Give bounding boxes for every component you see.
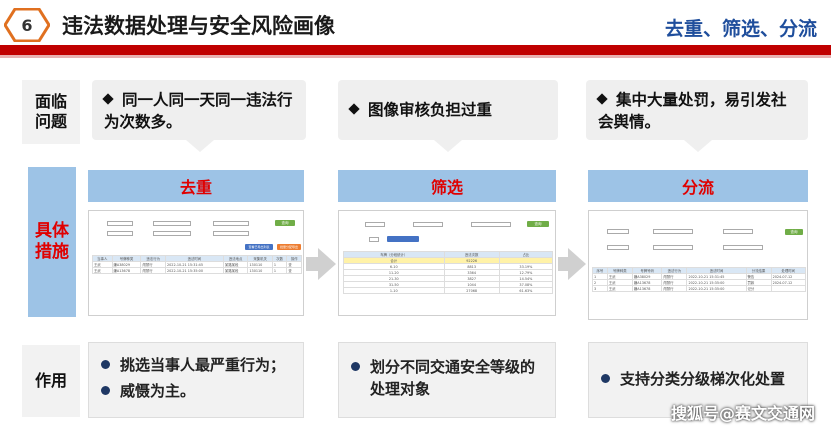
filter-field xyxy=(153,221,191,226)
filter-field xyxy=(369,237,379,242)
bubble-pointer xyxy=(684,140,712,152)
dedupe-table: 当事人 号牌种类 违法行为 违法时间 违法地点 采集机关 次数 操作 王武 嫌A3… xyxy=(92,255,302,274)
filter-field xyxy=(607,229,629,234)
bubble-pointer xyxy=(434,140,462,152)
search-button[interactable]: 查询 xyxy=(275,220,295,226)
effect-box-1: 挑选当事人最严重行为； 威慑为主。 xyxy=(88,342,304,418)
bullet-dot-icon xyxy=(101,360,110,369)
bullet-dot-icon xyxy=(351,362,360,371)
exported-list-button[interactable]: 查看已导出列表 xyxy=(245,244,273,250)
diamond-bullet-icon xyxy=(102,93,114,105)
badge-number: 6 xyxy=(21,15,33,35)
problem-bubble-2: 图像审核负担过重 xyxy=(338,80,558,140)
divert-screenshot: 查询 序号 号牌种类 号牌号码 违法行为 违法时间 分流结果 处理时间 1 王武嫌… xyxy=(588,210,808,320)
filter-field xyxy=(107,221,133,226)
filter-table: 车牌（分段统计） 违法次数 占比 合计 92226 6-10 8813 33.19% … xyxy=(343,251,554,294)
effect-text: 支持分类分级梯次化处置 xyxy=(620,370,786,388)
flow-arrow-icon xyxy=(318,248,336,280)
bullet-dot-icon xyxy=(101,385,110,395)
problem-bubble-3: 集中大量处罚，易引发社会舆情。 xyxy=(586,80,808,140)
filter-field xyxy=(653,245,693,250)
page-title: 违法数据处理与安全风险画像 xyxy=(62,14,335,38)
table-row: 3 王武 嫌A13678 闯禁行 2022-10-21 15:35:00 记分 xyxy=(592,285,807,292)
method-title-dedupe: 去重 xyxy=(88,170,304,202)
effect-row-label: 作用 xyxy=(22,345,80,417)
filter-field xyxy=(723,245,763,250)
dedupe-screenshot: 查询 查看已导出列表 批量分配导出 当事人 号牌种类 违法行为 违法时间 违法地… xyxy=(88,210,304,316)
table-row: 1-10 27068 61.63% xyxy=(343,287,554,294)
filter-field xyxy=(107,231,133,236)
flow-arrow-icon xyxy=(568,248,586,280)
filter-field xyxy=(213,221,249,226)
batch-export-button[interactable]: 批量分配导出 xyxy=(277,244,301,250)
problem-text-1: 同一人同一天同一违法行为次数多。 xyxy=(104,91,293,131)
bubble-pointer xyxy=(186,140,214,152)
filter-field xyxy=(653,229,693,234)
problem-row-label: 面临 问题 xyxy=(22,80,80,144)
problem-text-2: 图像审核负担过重 xyxy=(368,101,493,119)
filter-field xyxy=(213,231,249,236)
title-divider-shadow xyxy=(0,55,831,58)
filter-field xyxy=(365,222,385,227)
filter-field xyxy=(153,231,191,236)
search-button[interactable]: 查询 xyxy=(527,221,549,227)
stats-button[interactable] xyxy=(387,236,419,242)
diamond-bullet-icon xyxy=(348,103,360,115)
filter-field xyxy=(413,222,443,227)
method-row-label: 具体 措施 xyxy=(28,167,76,317)
page-subtitle: 去重、筛选、分流 xyxy=(664,18,817,40)
method-title-divert: 分流 xyxy=(588,170,808,202)
diamond-bullet-icon xyxy=(596,93,608,105)
watermark: 搜狐号@赛文交通网 xyxy=(670,404,815,423)
effect-box-2: 划分不同交通安全等级的处理对象 xyxy=(338,342,556,418)
bullet-dot-icon xyxy=(601,374,610,383)
filter-screenshot: 查询 车牌（分段统计） 违法次数 占比 合计 92226 6-10 8813 33.1… xyxy=(338,210,556,316)
table-row: 王武 嫌A13678 闯禁行 2022-10-21 15:35:00 某路某段 13011… xyxy=(92,267,302,274)
section-number-badge: 6 xyxy=(3,7,51,43)
filter-field xyxy=(471,222,511,227)
problem-text-3: 集中大量处罚，易引发社会舆情。 xyxy=(598,91,787,131)
filter-field xyxy=(607,245,629,250)
divert-table: 序号 号牌种类 号牌号码 违法行为 违法时间 分流结果 处理时间 1 王武 嫌A38… xyxy=(592,267,807,292)
problem-bubble-1: 同一人同一天同一违法行为次数多。 xyxy=(92,80,306,140)
title-divider xyxy=(0,45,831,55)
effect-text: 威慑为主。 xyxy=(120,381,196,400)
effect-text: 划分不同交通安全等级的处理对象 xyxy=(370,358,536,398)
effect-text: 挑选当事人最严重行为； xyxy=(120,356,286,374)
search-button[interactable]: 查询 xyxy=(785,229,803,235)
filter-field xyxy=(723,229,753,234)
method-title-filter: 筛选 xyxy=(338,170,556,202)
